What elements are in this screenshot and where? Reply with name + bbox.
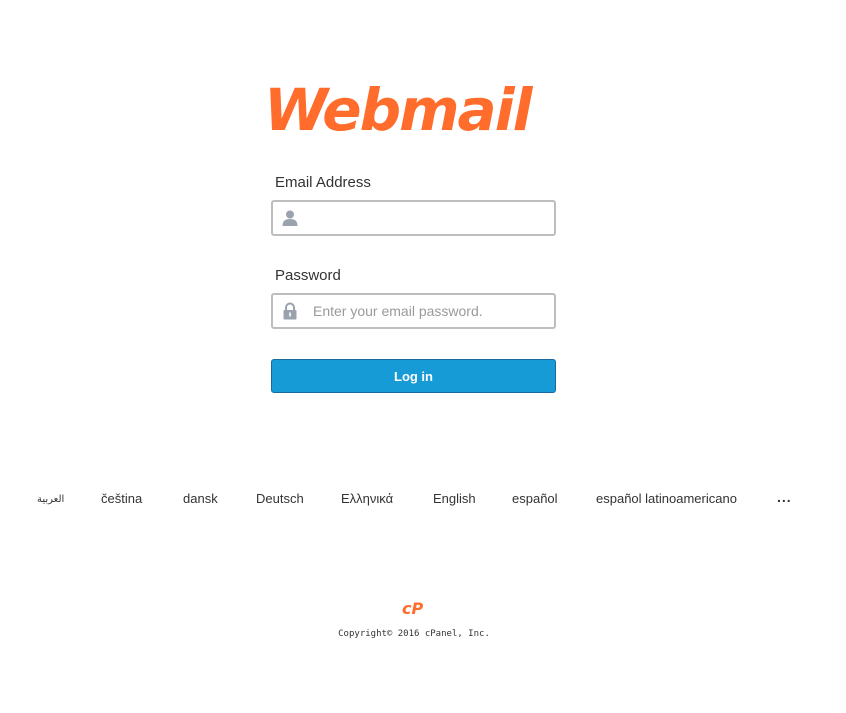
login-page: Webmail Email Address Password Log in ال…	[0, 0, 846, 713]
lang-link-german[interactable]: Deutsch	[256, 491, 304, 506]
email-field[interactable]	[271, 200, 556, 236]
more-languages-button[interactable]: ...	[777, 489, 792, 505]
lang-link-greek[interactable]: Ελληνικά	[341, 491, 393, 506]
login-button[interactable]: Log in	[271, 359, 556, 393]
user-icon	[282, 210, 298, 226]
email-input[interactable]	[313, 202, 549, 234]
email-label: Email Address	[275, 174, 371, 191]
lock-icon	[283, 302, 297, 320]
copyright-text: Copyright© 2016 cPanel, Inc.	[338, 629, 490, 639]
webmail-logo: Webmail	[264, 76, 536, 142]
lang-link-spanish[interactable]: español	[512, 491, 558, 506]
lang-link-arabic[interactable]: العربية	[37, 494, 64, 505]
lang-link-spanish-latam[interactable]: español latinoamericano	[596, 491, 737, 506]
password-input[interactable]	[313, 295, 549, 327]
lang-link-english[interactable]: English	[433, 491, 476, 506]
language-bar: العربية čeština dansk Deutsch Ελληνικά E…	[0, 489, 846, 511]
cpanel-logo-text: cP	[402, 599, 423, 618]
lang-link-czech[interactable]: čeština	[101, 491, 142, 506]
password-field[interactable]	[271, 293, 556, 329]
webmail-logo-text: Webmail	[264, 76, 534, 142]
lang-link-danish[interactable]: dansk	[183, 491, 218, 506]
cpanel-logo: cP	[402, 599, 423, 618]
password-label: Password	[275, 267, 341, 284]
